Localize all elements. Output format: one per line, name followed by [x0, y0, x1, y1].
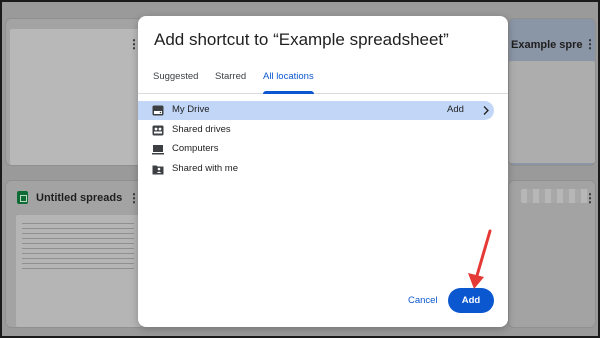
shared-drives-icon: [152, 125, 164, 135]
location-computers[interactable]: Computers: [138, 140, 508, 159]
computer-icon: [152, 145, 164, 155]
location-label: Shared drives: [172, 123, 231, 135]
tab-starred[interactable]: Starred: [215, 70, 246, 94]
file-thumbnail: [16, 215, 142, 327]
location-label: Shared with me: [172, 162, 239, 174]
sheets-icon: [17, 191, 28, 204]
more-options-icon[interactable]: ⋮: [584, 192, 596, 204]
file-thumbnail: [509, 61, 595, 163]
location-tabs: Suggested Starred All locations: [138, 70, 508, 94]
dialog-title: Add shortcut to “Example spreadsheet”: [154, 30, 449, 49]
chevron-right-icon[interactable]: [481, 105, 491, 116]
file-card[interactable]: [5, 18, 144, 166]
location-my-drive[interactable]: My Drive Add: [138, 101, 494, 120]
file-card-title: Example spreadsh…: [511, 39, 583, 51]
location-add-label[interactable]: Add: [447, 104, 464, 115]
location-shared-with-me[interactable]: Shared with me: [138, 160, 508, 179]
drive-icon: [152, 105, 164, 116]
spreadsheet-preview: [22, 223, 134, 273]
location-shared-drives[interactable]: Shared drives: [138, 121, 508, 140]
blurred-title: [521, 189, 589, 203]
annotation-arrow-icon: [468, 229, 492, 289]
location-label: My Drive: [172, 104, 210, 115]
file-card-selected[interactable]: Example spreadsh…: [508, 18, 596, 166]
location-list: My Drive Add Shared drives Computers Sha…: [138, 101, 508, 179]
tab-suggested[interactable]: Suggested: [153, 70, 198, 94]
cancel-button[interactable]: Cancel: [404, 290, 442, 312]
tab-all-locations[interactable]: All locations: [263, 70, 314, 94]
file-card[interactable]: [508, 180, 596, 328]
file-card[interactable]: Untitled spreadshe…: [5, 180, 144, 328]
location-label: Computers: [172, 143, 219, 154]
file-thumbnail: [10, 29, 140, 165]
shared-with-me-icon: [152, 165, 164, 174]
more-options-icon[interactable]: ⋮: [584, 38, 596, 50]
file-card-title: Untitled spreadshe…: [36, 192, 122, 204]
